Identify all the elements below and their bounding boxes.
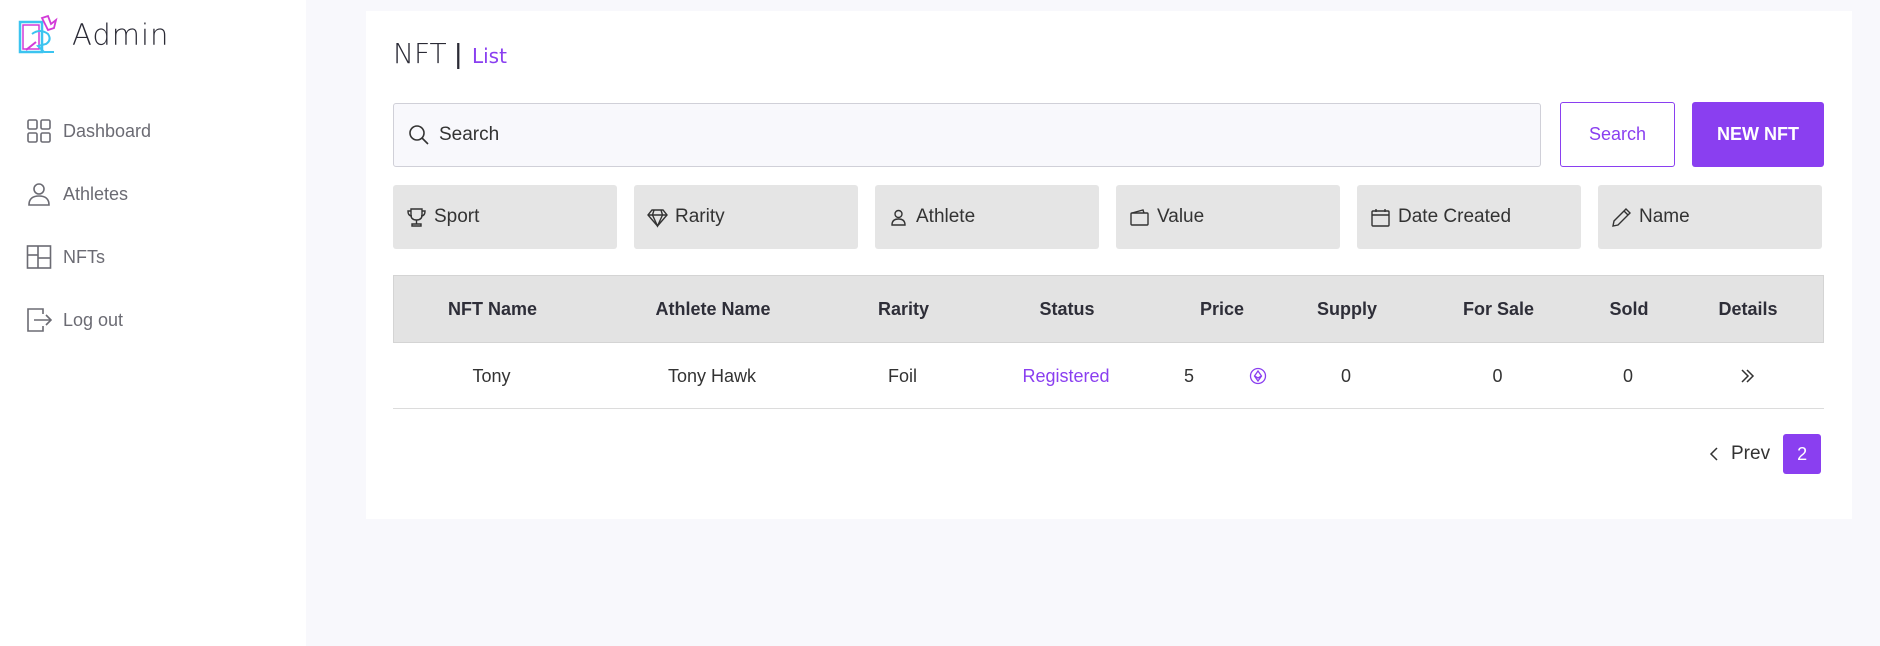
sidebar-nav: Dashboard Athletes NFTs Log out — [26, 117, 151, 369]
search-icon — [409, 125, 429, 145]
layout-icon — [26, 245, 52, 269]
filter-athlete[interactable]: Athlete — [875, 185, 1099, 249]
nft-table: NFT Name Athlete Name Rarity Status Pric… — [393, 275, 1824, 409]
user-icon — [28, 183, 50, 206]
filter-label: Athlete — [916, 206, 976, 227]
column-header-rarity[interactable]: Rarity — [835, 276, 972, 342]
cell-sold: 0 — [1622, 365, 1633, 386]
calendar-icon — [1371, 208, 1390, 227]
search-button[interactable]: Search — [1560, 102, 1675, 167]
coin-icon — [1243, 343, 1273, 409]
filter-label: Date Created — [1398, 206, 1512, 227]
column-header-athlete-name[interactable]: Athlete Name — [591, 276, 835, 342]
diamond-icon — [647, 208, 668, 228]
search-input[interactable] — [439, 124, 1519, 146]
filter-value[interactable]: Value — [1116, 185, 1340, 249]
sidebar-item-athletes[interactable]: Athletes — [26, 180, 151, 208]
person-icon — [891, 209, 906, 226]
details-button[interactable] — [1672, 343, 1822, 409]
nft-list-card: NFT | List Search NEW NFT Sport — [366, 11, 1852, 519]
sidebar-item-label: Dashboard — [63, 120, 152, 141]
column-header-for-sale[interactable]: For Sale — [1412, 276, 1585, 342]
sidebar: Admin Dashboard Athletes NFTs Log out — [0, 0, 306, 646]
page-title: NFT | List — [393, 37, 507, 70]
column-header-sold[interactable]: Sold — [1585, 276, 1673, 342]
pagination: Prev 2 — [1706, 434, 1822, 474]
logo-icon — [18, 14, 58, 54]
logout-icon — [27, 308, 52, 332]
pencil-icon — [1612, 207, 1631, 227]
filter-rarity[interactable]: Rarity — [634, 185, 858, 249]
page-number-current[interactable]: 2 — [1783, 434, 1822, 474]
prev-page-button[interactable]: Prev — [1706, 443, 1770, 465]
new-nft-button[interactable]: NEW NFT — [1692, 102, 1824, 167]
column-header-price[interactable]: Price — [1162, 276, 1282, 342]
app-name: Admin — [72, 18, 170, 52]
cell-supply: 0 — [1340, 365, 1351, 386]
filter-label: Name — [1639, 206, 1690, 227]
sidebar-item-label: Log out — [63, 309, 124, 330]
filter-bar: Sport Rarity Athlete Value Date Created … — [393, 185, 1822, 249]
page-subtitle: List — [471, 44, 507, 68]
logo[interactable]: Admin — [18, 14, 169, 56]
chevron-left-icon — [1709, 447, 1718, 461]
sidebar-item-logout[interactable]: Log out — [26, 306, 151, 334]
column-header-nft-name[interactable]: NFT Name — [394, 276, 591, 342]
sidebar-item-nfts[interactable]: NFTs — [26, 243, 151, 271]
cell-price: 5 — [1183, 365, 1194, 386]
trophy-icon — [407, 207, 426, 227]
column-header-status[interactable]: Status — [972, 276, 1162, 342]
wallet-icon — [1130, 208, 1149, 226]
filter-label: Sport — [434, 206, 480, 227]
column-header-details[interactable]: Details — [1673, 276, 1823, 342]
sidebar-item-dashboard[interactable]: Dashboard — [26, 117, 151, 145]
cell-rarity: Foil — [887, 365, 917, 386]
cell-status: Registered — [1022, 365, 1110, 386]
double-chevron-right-icon — [1741, 369, 1755, 383]
filter-label: Value — [1157, 206, 1205, 227]
grid-icon — [27, 119, 51, 143]
cell-athlete-name: Tony Hawk — [667, 365, 757, 386]
filter-name[interactable]: Name — [1598, 185, 1822, 249]
sidebar-item-label: NFTs — [63, 246, 105, 267]
filter-date-created[interactable]: Date Created — [1357, 185, 1581, 249]
column-header-supply[interactable]: Supply — [1282, 276, 1412, 342]
filter-label: Rarity — [675, 206, 725, 227]
page-title-main: NFT — [393, 37, 447, 70]
cell-for-sale: 0 — [1492, 365, 1503, 386]
table-row[interactable]: Tony Tony Hawk Foil Registered 5 0 0 0 — [393, 343, 1824, 409]
sidebar-item-label: Athletes — [63, 183, 129, 204]
title-separator: | — [454, 38, 462, 69]
table-header: NFT Name Athlete Name Rarity Status Pric… — [393, 275, 1824, 343]
filter-sport[interactable]: Sport — [393, 185, 617, 249]
search-box — [393, 103, 1541, 167]
prev-label: Prev — [1731, 443, 1771, 464]
cell-nft-name: Tony — [472, 365, 511, 386]
